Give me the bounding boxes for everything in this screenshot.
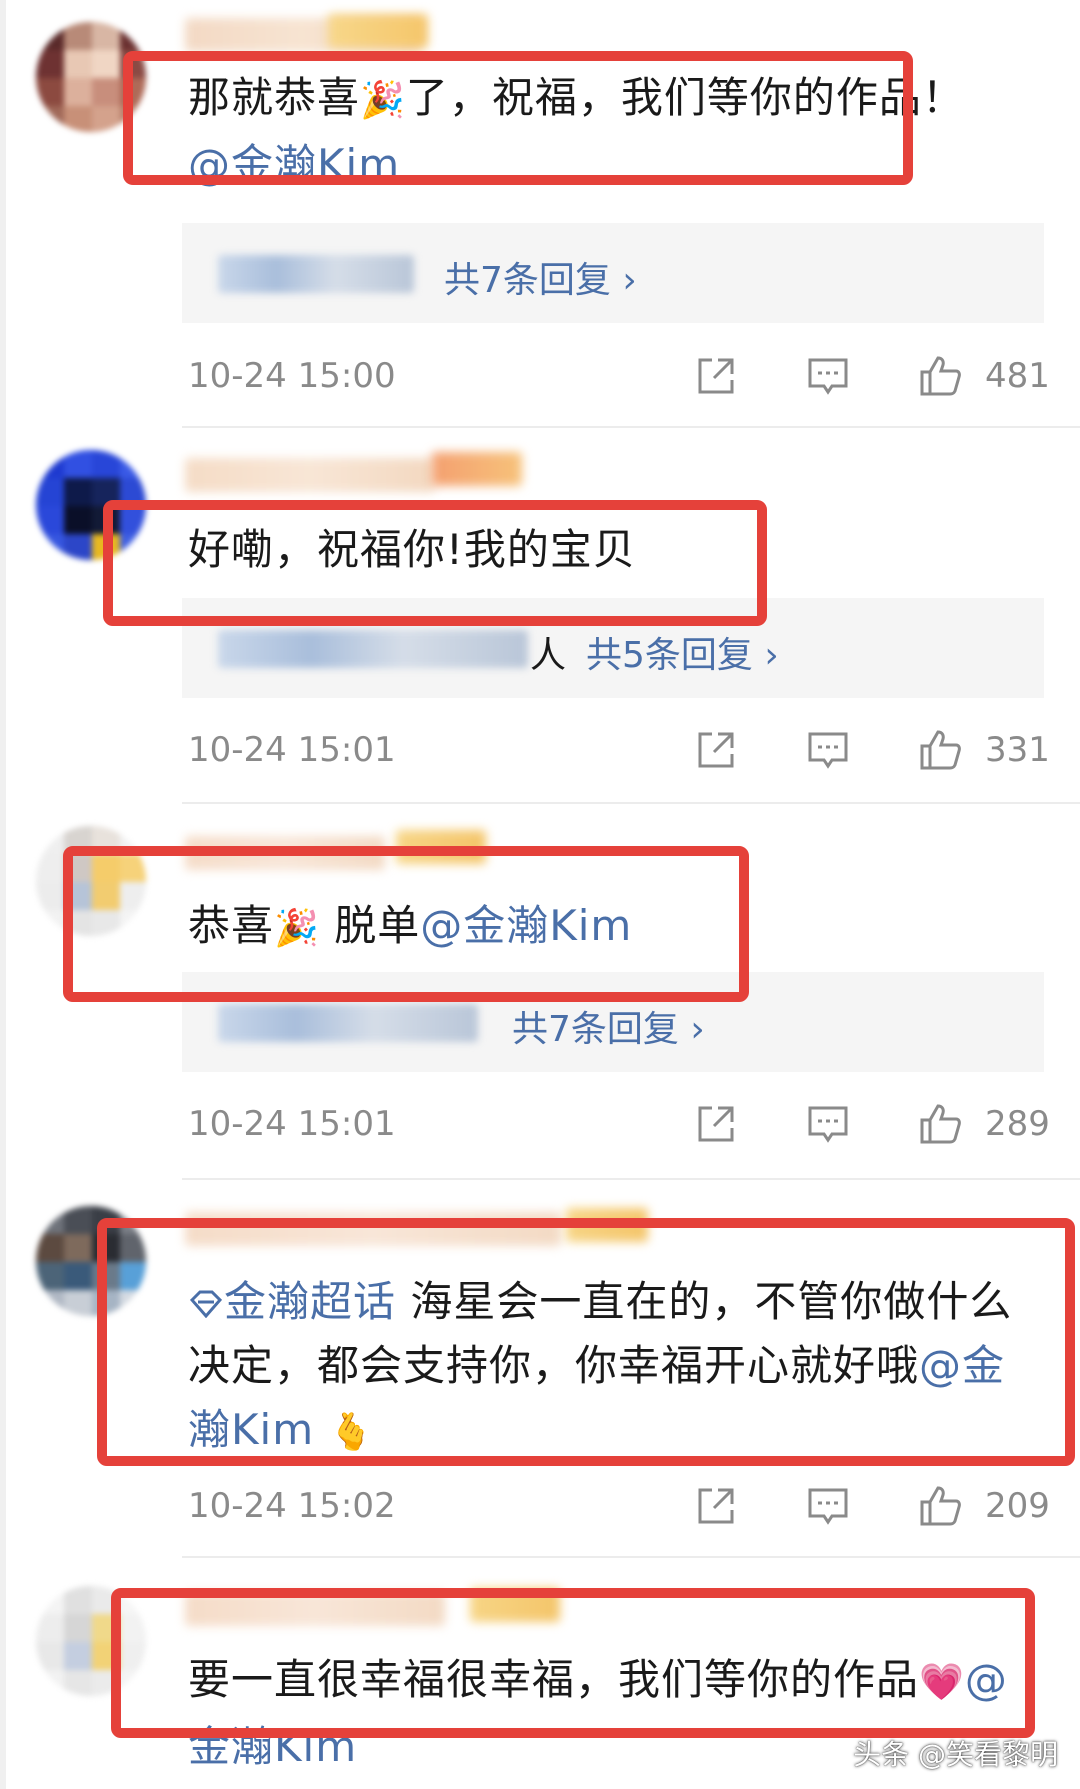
- highlight-frame: [103, 500, 767, 626]
- comment-footer: 10-24 15:00 481: [188, 348, 1050, 408]
- like-count: 481: [985, 356, 1050, 396]
- reply-author-blur: [218, 1004, 478, 1042]
- reply-suffix: 人: [530, 635, 567, 676]
- left-edge: [0, 0, 6, 1789]
- comment-icon[interactable]: [804, 726, 852, 774]
- comment-icon[interactable]: [804, 1482, 852, 1530]
- like-icon[interactable]: [916, 726, 964, 774]
- comment-footer: 10-24 15:01 331: [188, 722, 1050, 782]
- comment-footer: 10-24 15:01 289: [188, 1096, 1050, 1156]
- reply-count-link[interactable]: 共7条回复 ›: [444, 251, 637, 303]
- share-icon[interactable]: [692, 1100, 740, 1148]
- like-count: 331: [985, 730, 1050, 770]
- divider: [182, 1556, 1080, 1558]
- like-icon[interactable]: [916, 1100, 964, 1148]
- divider: [182, 426, 1080, 428]
- like-icon[interactable]: [916, 352, 964, 400]
- highlight-frame: [123, 51, 913, 185]
- username[interactable]: [185, 458, 435, 492]
- like-count: 289: [985, 1104, 1050, 1144]
- reply-author-blur: [218, 255, 414, 293]
- timestamp: 10-24 15:02: [188, 1486, 396, 1526]
- highlight-frame: [63, 846, 749, 1002]
- comment-icon[interactable]: [804, 352, 852, 400]
- timestamp: 10-24 15:01: [188, 730, 396, 770]
- watermark: 头条 @笑看黎明: [853, 1738, 1058, 1771]
- like-count: 209: [985, 1486, 1050, 1526]
- reply-count-link[interactable]: 共7条回复 ›: [512, 1000, 705, 1052]
- highlight-frame: [97, 1218, 1075, 1466]
- timestamp: 10-24 15:01: [188, 1104, 396, 1144]
- reply-count-link[interactable]: 共5条回复 ›: [586, 626, 779, 678]
- share-icon[interactable]: [692, 1482, 740, 1530]
- share-icon[interactable]: [692, 352, 740, 400]
- like-icon[interactable]: [916, 1482, 964, 1530]
- share-icon[interactable]: [692, 726, 740, 774]
- user-badge: [432, 452, 522, 486]
- comment-footer: 10-24 15:02 209: [188, 1478, 1050, 1538]
- timestamp: 10-24 15:00: [188, 356, 396, 396]
- reply-preview[interactable]: 共7条回复 ›: [182, 223, 1044, 323]
- user-badge: [328, 14, 428, 48]
- highlight-frame: [111, 1588, 1035, 1738]
- comment-icon[interactable]: [804, 1100, 852, 1148]
- reply-author-blur: [218, 630, 528, 668]
- divider: [182, 802, 1080, 804]
- divider: [182, 1178, 1080, 1180]
